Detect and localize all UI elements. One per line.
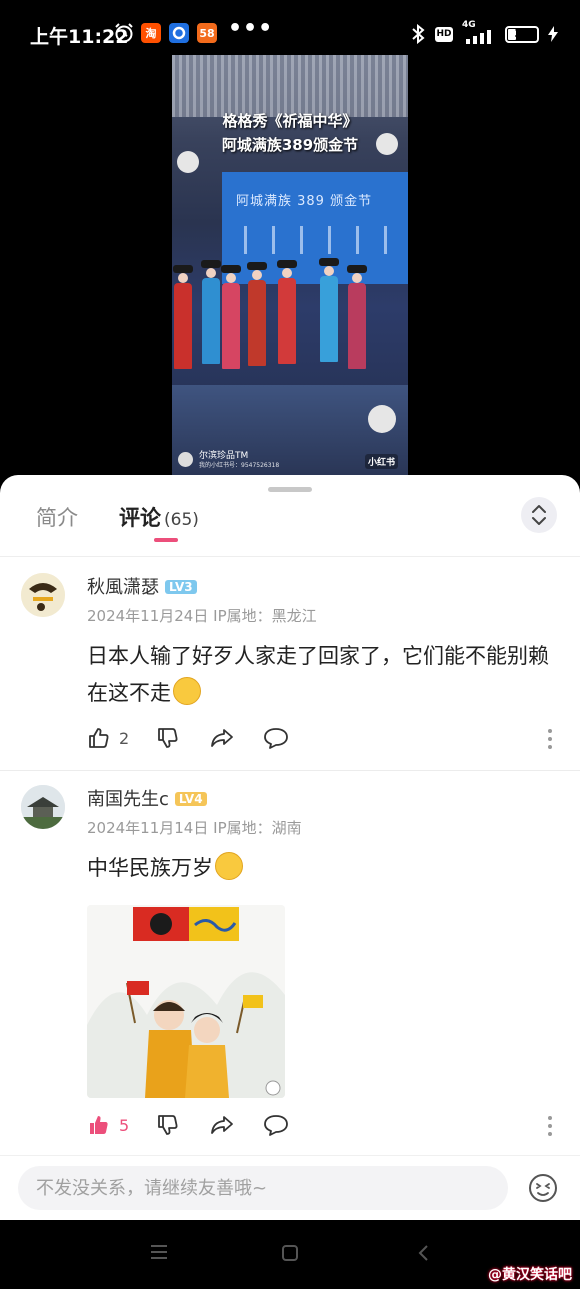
stage-screen-text: 阿城满族 389 颁金节 (236, 194, 373, 209)
app-blue-icon (169, 23, 189, 43)
menu-icon[interactable] (150, 1244, 168, 1260)
comment-count: (65) (164, 510, 199, 530)
more-options-icon[interactable] (547, 1115, 553, 1137)
hd-badge: HD (435, 26, 453, 42)
cartoon-flags-illustration (87, 905, 285, 1098)
alarm-icon (115, 23, 133, 43)
comment-image[interactable] (87, 905, 285, 1098)
comment-input[interactable] (18, 1166, 508, 1210)
comment-bubble-icon (264, 728, 288, 749)
stage-lights (172, 55, 408, 117)
avatar[interactable] (21, 573, 65, 617)
avatar[interactable] (21, 785, 65, 829)
signal-icon: 4G (462, 20, 496, 44)
share-icon (211, 1116, 233, 1134)
dancer (221, 265, 241, 369)
sheet-tabs: 简介 评论 (65) (0, 475, 580, 557)
app-58-icon: 58 (197, 23, 217, 43)
back-icon[interactable] (417, 1244, 429, 1262)
comment-text[interactable]: 日本人输了好歹人家走了回家了，它们能不能别赖在这不走 (87, 638, 557, 712)
uploader-logo (178, 452, 193, 467)
comment-actions: 5 (87, 1112, 557, 1138)
more-notifications-icon: ••• (228, 16, 274, 41)
comment-author[interactable]: 秋風潇瑟 LV3 (87, 573, 197, 599)
level-badge: LV4 (174, 792, 207, 806)
video-title-line1: 格格秀《祈福中华》 (222, 112, 358, 130)
comment-author[interactable]: 南国先生c LV4 (87, 785, 207, 811)
reply-button[interactable] (263, 725, 289, 751)
comment-divider (0, 770, 580, 771)
thumbs-down-icon (158, 728, 178, 748)
bluetooth-icon (412, 24, 425, 44)
video-player[interactable]: 格格秀《祈福中华》 阿城满族389颁金节 阿城满族 389 颁金节 尔滨珍品TM… (172, 55, 408, 475)
comment-bubble-icon (264, 1115, 288, 1136)
system-nav-bar: @黄汉笑话吧 (0, 1220, 580, 1289)
taobao-icon: 淘 (141, 23, 161, 43)
notification-apps: 淘 58 (141, 23, 217, 43)
thumbs-up-filled-icon (90, 1116, 108, 1134)
dislike-button[interactable] (156, 1112, 180, 1138)
comment-actions: 2 (87, 725, 557, 751)
status-right: HD 4G 30 (410, 20, 558, 44)
mongolian-script (244, 226, 394, 254)
share-button[interactable] (209, 1112, 235, 1138)
grinning-emoji-icon (173, 677, 201, 705)
platform-badge: 小红书 (364, 454, 398, 469)
charging-icon (548, 26, 558, 42)
tab-comments-label: 评论 (119, 506, 161, 530)
dancer (277, 260, 297, 364)
comment-meta: 2024年11月14日 IP属地：湖南 (87, 819, 302, 837)
like-button[interactable]: 5 (87, 1112, 129, 1138)
comment-meta: 2024年11月24日 IP属地：黑龙江 (87, 607, 317, 625)
share-icon (211, 729, 233, 747)
home-icon[interactable] (281, 1244, 299, 1262)
comment-input-bar (0, 1155, 580, 1220)
tab-comments[interactable]: 评论 (65) (119, 502, 199, 532)
watermark: @黄汉笑话吧 (488, 1267, 572, 1283)
stage-spotlight (368, 405, 396, 433)
expand-collapse-button[interactable] (521, 497, 557, 533)
reply-button[interactable] (263, 1112, 289, 1138)
dancer (247, 262, 267, 366)
battery-icon: 30 (505, 25, 539, 43)
video-title-line2: 阿城满族389颁金节 (221, 136, 359, 154)
video-uploader: 尔滨珍品TM 我的小红书号：9547526318 (199, 451, 280, 469)
dancer (347, 265, 367, 369)
comment-sheet: 简介 评论(65) 秋風潇瑟LV3 2024年11月24日 IP属地：黑龙江 (0, 475, 580, 1220)
emoji-picker-icon[interactable] (527, 1172, 559, 1204)
dancer (319, 258, 339, 362)
tab-intro[interactable]: 简介 (36, 502, 78, 532)
laughing-tears-emoji-icon (215, 852, 243, 880)
dislike-button[interactable] (156, 725, 180, 751)
thumbs-down-icon (158, 1115, 178, 1135)
share-button[interactable] (209, 725, 235, 751)
dancer (173, 265, 193, 369)
tab-active-indicator (154, 538, 178, 542)
level-badge: LV3 (165, 580, 197, 594)
chevron-up-down-icon (532, 505, 546, 525)
like-button[interactable]: 2 (87, 725, 129, 751)
like-count: 5 (119, 1115, 130, 1135)
more-options-icon[interactable] (547, 728, 553, 750)
comment-text[interactable]: 中华民族万岁 (87, 850, 557, 887)
thumbs-up-icon (89, 728, 109, 748)
like-count: 2 (119, 728, 130, 748)
dancer (201, 260, 221, 364)
